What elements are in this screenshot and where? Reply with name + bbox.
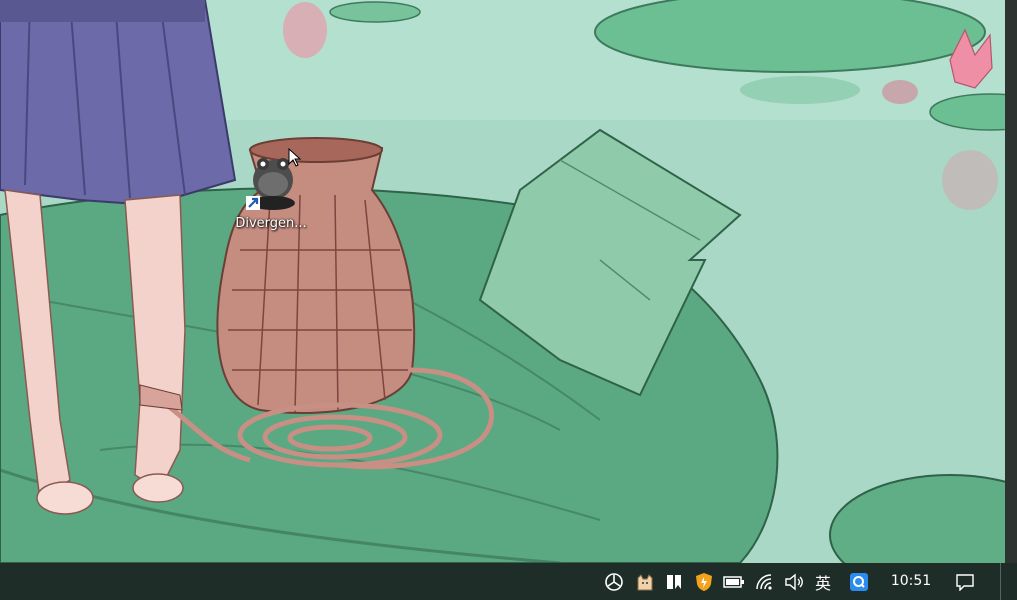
security-shield-icon[interactable]	[692, 563, 716, 600]
ime-label: 英	[814, 573, 831, 593]
wallpaper-image	[0, 0, 1005, 563]
action-center-icon[interactable]	[952, 563, 978, 600]
clock[interactable]: 10:51	[880, 563, 942, 600]
taskbar: 英 10:51	[0, 563, 1017, 600]
volume-icon[interactable]	[782, 563, 806, 600]
wifi-icon[interactable]	[753, 563, 777, 600]
ime-indicator[interactable]: 英	[810, 563, 836, 600]
desktop-edge-strip	[1005, 0, 1017, 563]
battery-icon[interactable]	[722, 563, 746, 600]
search-app-icon[interactable]	[847, 563, 871, 600]
bookmark-app-icon[interactable]	[662, 563, 686, 600]
network-hub-icon[interactable]	[602, 563, 626, 600]
cat-app-icon[interactable]	[633, 563, 657, 600]
show-desktop-button[interactable]	[1000, 563, 1006, 600]
desktop[interactable]: Divergen...	[0, 0, 1005, 563]
mouse-cursor-icon	[288, 148, 302, 167]
desktop-shortcut-label: Divergen...	[235, 216, 307, 231]
